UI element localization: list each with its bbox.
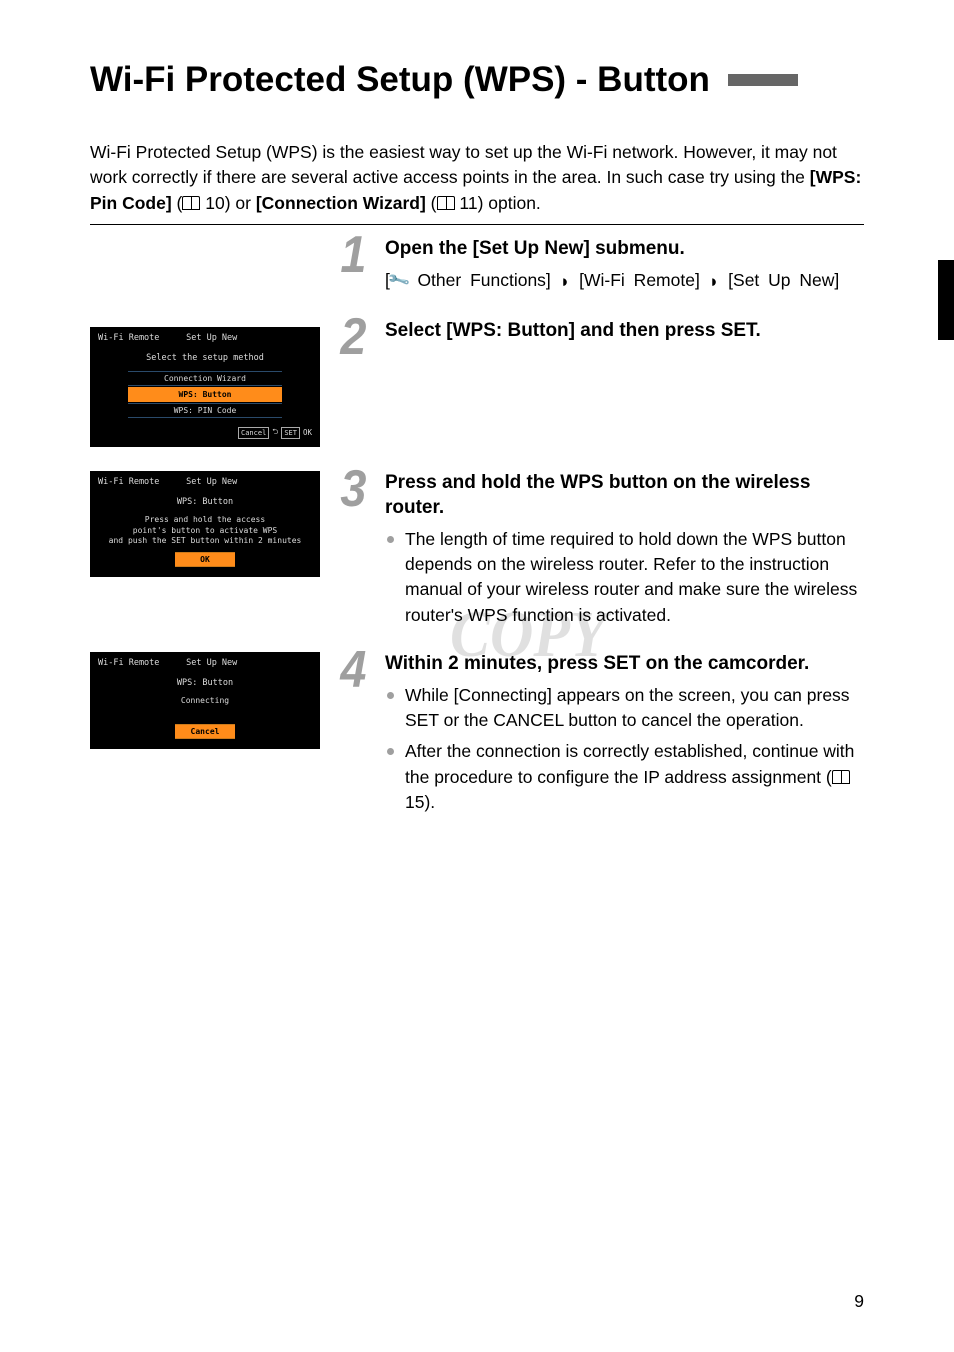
screen-press-hold: Wi-Fi Remote Set Up New WPS: Button Pres… <box>90 471 320 577</box>
step-bullets: The length of time required to hold down… <box>385 527 864 629</box>
arrow-icon: ◗ <box>560 269 571 294</box>
divider <box>90 224 864 225</box>
intro-ref-2: 11 <box>459 193 477 213</box>
title-rule <box>728 74 798 86</box>
cam-status: Connecting <box>98 696 312 706</box>
step-heading: Press and hold the WPS button on the wir… <box>385 471 864 520</box>
opt-wps-pin: WPS: PIN Code <box>128 403 282 418</box>
step-bullets: While [Connecting] appears on the screen… <box>385 683 864 816</box>
cam-title-center: Set Up New <box>159 333 264 343</box>
book-icon <box>437 196 455 210</box>
cam-title-left: Wi-Fi Remote <box>98 477 159 487</box>
step-3-right: 3 Press and hold the WPS button on the w… <box>385 471 864 646</box>
screen-setup-method: Wi-Fi Remote Set Up New Select the setup… <box>90 327 320 447</box>
book-icon <box>182 196 200 210</box>
page-title: Wi-Fi Protected Setup (WPS) - Button <box>90 60 864 100</box>
arrow-icon: ◗ <box>709 269 720 294</box>
section-tab <box>938 260 954 340</box>
opt-connection-wizard: Connection Wizard <box>128 371 282 386</box>
step-3: Wi-Fi Remote Set Up New WPS: Button Pres… <box>90 471 864 646</box>
cam-sub: Select the setup method <box>98 353 312 363</box>
intro-mid: ) or <box>225 193 256 213</box>
intro-bold-2: [Connection Wizard] <box>256 193 426 213</box>
step-heading: Within 2 minutes, press SET on the camco… <box>385 652 864 677</box>
instr-line: Press and hold the access <box>145 515 265 524</box>
step-4: Wi-Fi Remote Set Up New WPS: Button Conn… <box>90 652 864 834</box>
step-path: [🔧 Other Functions] ◗ [Wi-Fi Remote] ◗ [… <box>385 268 864 293</box>
step-4-right: 4 Within 2 minutes, press SET on the cam… <box>385 652 864 834</box>
path-b: [Wi-Fi Remote] <box>579 270 700 290</box>
book-icon <box>832 770 850 784</box>
step-1: Wi-Fi Remote Set Up New Select the setup… <box>90 237 864 465</box>
bullet: While [Connecting] appears on the screen… <box>405 683 864 734</box>
step-number: 1 <box>340 229 364 281</box>
cam-title-left: Wi-Fi Remote <box>98 333 159 343</box>
cam-instr: Press and hold the access point's button… <box>98 515 312 546</box>
cam-ok-button: OK <box>175 552 235 567</box>
cam-cancel-button: Cancel <box>175 724 235 739</box>
intro-paragraph: Wi-Fi Protected Setup (WPS) is the easie… <box>90 140 864 216</box>
bullet: After the connection is correctly establ… <box>405 739 864 815</box>
instr-line: and push the SET button within 2 minutes <box>109 536 302 545</box>
cam-title-left: Wi-Fi Remote <box>98 658 159 668</box>
title-text: Wi-Fi Protected Setup (WPS) - Button <box>90 60 710 100</box>
document-page: Wi-Fi Protected Setup (WPS) - Button Wi-… <box>0 0 954 1352</box>
opt-wps-button: WPS: Button <box>128 387 282 402</box>
path-c: [Set Up New] <box>728 270 839 290</box>
cam-set-key: SET <box>281 427 300 439</box>
bullet-text-b: ). <box>424 792 435 812</box>
cam-sub: WPS: Button <box>98 678 312 688</box>
bullet-ref: 15 <box>405 792 424 812</box>
cam-ok-label: OK <box>303 428 312 437</box>
cam-return-icon: ⮌ <box>272 426 278 439</box>
intro-tail: ) option. <box>478 193 541 213</box>
instr-line: point's button to activate WPS <box>133 526 278 535</box>
cam-status-row: Cancel ⮌ SET OK <box>98 426 312 439</box>
step-heading: Select [WPS: Button] and then press SET. <box>385 319 864 344</box>
step-number: 4 <box>340 644 364 696</box>
cam-title-center: Set Up New <box>159 477 264 487</box>
steps-container: Wi-Fi Remote Set Up New Select the setup… <box>90 237 864 833</box>
cam-cancel-key: Cancel <box>238 427 269 439</box>
wrench-icon: 🔧 <box>386 267 413 295</box>
screen-connecting: Wi-Fi Remote Set Up New WPS: Button Conn… <box>90 652 320 749</box>
path-a: Other Functions] <box>417 270 550 290</box>
intro-ref-1: 10 <box>205 193 224 213</box>
bullet-text-a: After the connection is correctly establ… <box>405 741 854 786</box>
bullet: The length of time required to hold down… <box>405 527 864 629</box>
step-number: 3 <box>340 463 364 515</box>
intro-text: Wi-Fi Protected Setup (WPS) is the easie… <box>90 142 837 187</box>
cam-sub: WPS: Button <box>98 497 312 507</box>
cam-title-center: Set Up New <box>159 658 264 668</box>
step-heading: Open the [Set Up New] submenu. <box>385 237 864 262</box>
page-number: 9 <box>854 1291 864 1312</box>
step-number: 2 <box>340 311 364 363</box>
step-1-right: 1 Open the [Set Up New] submenu. [🔧 Othe… <box>385 237 864 404</box>
